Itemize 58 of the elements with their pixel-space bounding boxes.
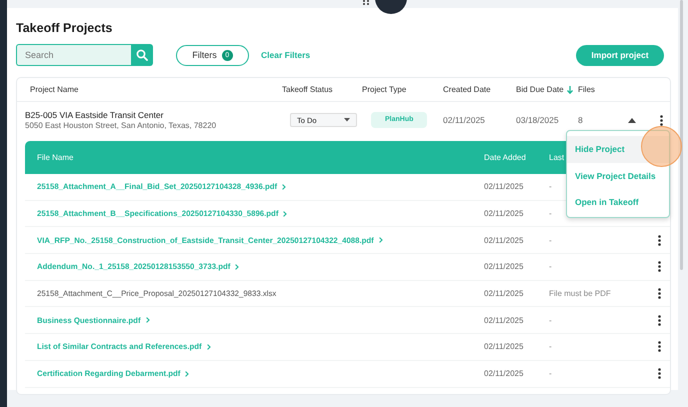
table-cell-text: - <box>549 316 553 325</box>
menu-item[interactable]: Hide Project <box>567 136 669 162</box>
table-cell-text: - <box>549 369 553 378</box>
column-header: Takeoff Status <box>282 85 334 94</box>
table-cell-text: 02/11/2025 <box>484 369 524 378</box>
table-cell-text: - <box>549 209 553 218</box>
column-header: Last <box>549 153 566 162</box>
table-cell-text: File must be PDF <box>549 289 612 298</box>
table-cell-text: 03/18/2025 <box>515 115 560 125</box>
more-options-icon[interactable] <box>658 234 660 246</box>
grip-icon[interactable] <box>363 0 369 5</box>
table-cell-text: 02/11/2025 <box>484 236 524 245</box>
page-title: Takeoff Projects <box>16 20 114 37</box>
table-cell-text: 02/11/2025 <box>484 342 524 352</box>
chevron-icon <box>283 210 288 217</box>
click-indicator <box>641 126 682 167</box>
table-cell-text: 8 <box>578 115 584 125</box>
project-address: 5050 East Houston Street, San Antonio, Texas, 78220 <box>25 121 216 130</box>
more-options-icon[interactable] <box>658 288 660 300</box>
table-cell-text: - <box>549 182 553 192</box>
table-cell-text: - <box>549 262 553 272</box>
more-options-icon[interactable] <box>658 341 660 352</box>
collapse-icon[interactable] <box>628 118 636 122</box>
chevron-icon <box>378 237 383 244</box>
chevron-icon <box>235 264 240 270</box>
chevron-icon <box>185 370 190 377</box>
chevron-icon <box>146 317 150 324</box>
more-options-icon[interactable] <box>658 368 660 380</box>
chevron-icon <box>282 184 286 190</box>
menu-item[interactable]: Open in Takeoff <box>567 189 669 216</box>
search-icon <box>136 49 148 61</box>
column-header[interactable]: Bid Due Date <box>506 85 578 94</box>
caret-icon <box>344 118 350 122</box>
table-cell-text: 02/11/2025 <box>484 316 524 325</box>
column-header: File Name <box>36 153 74 162</box>
more-options-icon[interactable] <box>660 114 662 126</box>
clear-filters-link[interactable]: Clear Filters <box>261 50 310 60</box>
table-cell-text: 02/11/2025 <box>484 209 524 218</box>
search-field[interactable]: Search <box>16 44 131 66</box>
project-name: B25-005 VIA Eastside Transit Center <box>25 110 164 120</box>
menu-item[interactable]: View Project Details <box>567 162 669 189</box>
table-cell-text: 02/11/2025 <box>484 289 524 298</box>
column-header: Created Date <box>442 85 492 94</box>
import-project-button[interactable]: Import project <box>576 44 664 66</box>
column-header: Date Added <box>484 153 527 162</box>
scrollbar[interactable] <box>680 0 683 270</box>
more-options-icon[interactable] <box>658 314 660 326</box>
column-header: Project Name <box>29 85 80 94</box>
column-header: Files <box>578 85 596 94</box>
table-cell-text: 02/11/2025 <box>442 115 486 125</box>
table-cell-text: 02/11/2025 <box>484 182 524 192</box>
table-cell-text: - <box>549 342 553 352</box>
table-cell-text: - <box>549 236 553 245</box>
table-cell-text: 02/11/2025 <box>484 262 524 272</box>
column-header: Project Type <box>362 85 408 94</box>
sort-arrow-icon <box>566 86 573 94</box>
more-options-icon[interactable] <box>658 261 660 272</box>
chevron-icon <box>206 344 211 350</box>
